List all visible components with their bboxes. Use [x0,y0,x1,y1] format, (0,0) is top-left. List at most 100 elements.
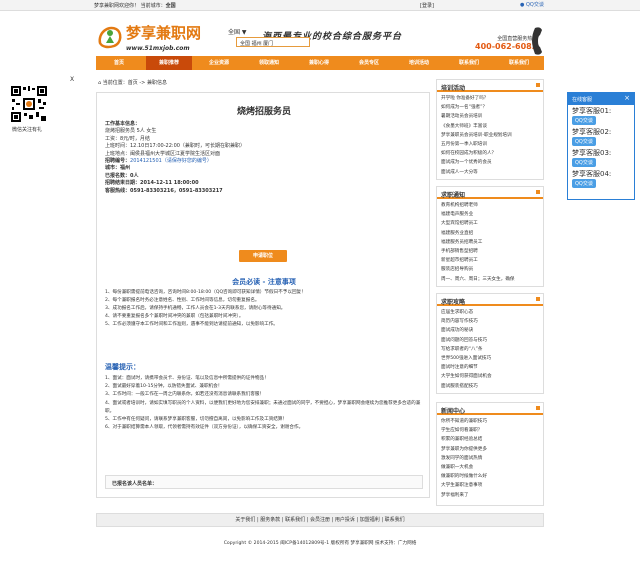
nav-job-recommend[interactable]: 兼职推荐 [146,56,192,70]
footer-links[interactable]: 关于我们 | 服务条款 | 联系我们 | 会员注册 | 用户投诉 | 加盟福利 … [96,513,544,527]
service-name: 梦享客服04: [572,170,612,178]
list-item[interactable]: 面试问题的回答与技巧 [441,336,539,345]
list-item[interactable]: 面试成为一个优秀的会员 [441,158,539,167]
list-item[interactable]: 面试成人一大分等 [441,168,539,177]
list-item[interactable]: 世界500强进入面试技巧 [441,354,539,363]
list-item[interactable]: 教育机构招聘老师 [441,201,539,210]
list-item[interactable]: 《食墨大师班》丰富谈 [441,122,539,131]
tip-item: 6、对于兼职结算需本人领取，代领者需持有效证件（双方身份证），以确保工资安全，谢… [105,425,304,431]
signed-list-label: 已报名该人员名单： [105,475,423,489]
sidebar-title: 求职通知 [437,187,543,199]
city-dropdown[interactable]: 全国 福州 厦门 [236,37,310,47]
current-city[interactable]: 全国 [166,3,176,9]
list-item[interactable]: 大学生兼职注意事项 [441,481,539,490]
nav-contact[interactable]: 联系我们 [446,56,492,70]
more-icon[interactable] [536,406,540,410]
list-item[interactable]: 梦享兼职员会员培训-职业规划培训 [441,131,539,140]
rule-item: 5、工作必须遵守本工作时间和工作准则，遇事不能到达请提前通知，以免影响工作。 [105,322,278,327]
list-item[interactable]: 简历内容写作技巧 [441,317,539,326]
rule-item: 2、每个兼职报名时务必注意姓名、性别、工作时间等信息，切勿重复报名。 [105,298,260,303]
logo-name: 梦享兼职网 [126,24,202,42]
qq-chat-button[interactable]: QQ交谈 [572,116,596,125]
service-item: 梦享客服02: QQ交谈 [568,126,634,147]
qr-caption: 微信关注有礼 [12,127,43,133]
list-item[interactable]: 梦享兼职为你提供更多 [441,445,539,454]
job-hotline: 客服热线：0591-83303216，0591-83303217 [105,187,223,194]
sidebar-job-guide: 求职攻略 应届生求职心态 简历内容写作技巧 面试成功的秘诀 面试问题的回答与技巧… [436,293,544,394]
sidebar-title: 求职攻略 [437,294,543,306]
top-qq-button[interactable]: ● QQ交谈 [520,1,544,8]
nav-company[interactable]: 企业资源 [196,56,242,70]
breadcrumb-text[interactable]: 当前位置：首页 -> 兼职信息 [103,80,167,86]
rules-list: 1、每份兼职需提前电话咨询，咨询时间8:00-18:00（QQ咨询即可获知详情）… [105,289,423,329]
list-item[interactable]: 激发同学的面试热情 [441,454,539,463]
nav-training[interactable]: 培训活动 [396,56,442,70]
list-item[interactable]: 面试时注意的细节 [441,363,539,372]
site-logo[interactable]: 梦享兼职网 www.51mxjob.com [96,21,226,61]
logo-person-icon [98,26,122,49]
nav-member[interactable]: 会员专区 [346,56,392,70]
qq-chat-button[interactable]: QQ交谈 [572,179,596,188]
job-row: 烧烤招服务员 5人 女生 [105,128,157,135]
list-item[interactable]: 梦享福利来了 [441,491,539,500]
nav-experience[interactable]: 兼职心得 [296,56,342,70]
tip-item: 1、面试：面试时，请携带会员卡、身份证、笔以及信息中所需提供的证件物品！ [105,376,269,381]
hotline-label: 全国直营服务热线 [497,36,538,42]
list-item[interactable]: 新星超市招聘员工 [441,256,539,265]
nav-contact-2[interactable]: 联系我们 [496,56,542,70]
list-item[interactable]: 大学生如何获得面试机会 [441,372,539,381]
job-title: 烧烤招服务员 [236,107,291,117]
hotline-block: 全国直营服务热线 400-062-6082 [475,35,537,51]
list-item[interactable]: 积累的兼职经验总结 [441,435,539,444]
apply-button[interactable]: 申请职位 [239,250,287,262]
welcome-text: 梦享兼职网欢迎你！ 当前城市：全国 [94,2,176,9]
list-item[interactable]: 如何成为一名“强者”？ [441,103,539,112]
list-item[interactable]: 周一、周六、周日；三天女生，确保 [441,275,539,284]
list-item[interactable]: 开学啦 你准备好了吗？ [441,94,539,103]
more-icon[interactable] [536,190,540,194]
more-icon[interactable] [536,297,540,301]
top-qq-label: QQ交谈 [525,2,544,8]
list-item[interactable]: 做兼职一大机会 [441,463,539,472]
service-close-button[interactable]: × [624,94,630,102]
list-item[interactable]: 福建电声服务业 [441,210,539,219]
list-item[interactable]: 面试成功的秘诀 [441,326,539,335]
service-name: 梦享客服01: [572,107,612,115]
more-icon[interactable] [536,83,540,87]
service-name: 梦享客服02: [572,128,612,136]
sidebar-job-notice: 求职通知 教育机构招聘老师 福建电声服务业 大型宾馆招聘员工 福建服务业直招 福… [436,186,544,287]
nav-home[interactable]: 首页 [96,56,142,70]
tips-list: 1、面试：面试时，请携带会员卡、身份证、笔以及信息中所需提供的证件物品！ 2、面… [105,375,423,432]
job-place: 上班地点：闽侯县福州大学城区江夏学院生活区对面 [105,150,221,157]
list-item[interactable]: 应届生求职心态 [441,308,539,317]
list-item[interactable]: 你所不知道的兼职技巧 [441,417,539,426]
list-item[interactable]: 写给求职者的“八”条 [441,345,539,354]
list-item[interactable]: 福建服务业直招 [441,229,539,238]
login-link[interactable]: [登录] [420,2,434,9]
list-item[interactable]: 学生应如何看兼职？ [441,426,539,435]
tip-item: 4、面试或者培训时，请如实填写职员的个人资料，以便我们更好地为您安排兼职；未通过… [105,400,421,414]
list-item[interactable]: 做兼职的时候做什么好 [441,472,539,481]
list-item[interactable]: 大型宾馆招聘员工 [441,219,539,228]
apply-number-label: 招聘编号： [105,158,131,165]
list-item[interactable]: 手机部销售型招聘 [441,247,539,256]
qq-chat-button[interactable]: QQ交谈 [572,158,596,167]
qr-close-button[interactable]: X [70,76,74,83]
list-item[interactable]: 福建服务员招聘员工 [441,238,539,247]
list-item[interactable]: 服装店招导购员 [441,265,539,274]
tip-item: 5、工作中有任何疑问，请联系梦享兼职客服，切勿擅自离岗，以免影响工作及工资结算！ [105,417,288,423]
list-item[interactable]: 面试服装搭配技巧 [441,382,539,391]
sidebar-news: 新闻中心 你所不知道的兼职技巧 学生应如何看兼职？ 积累的兼职经验总结 梦享兼职… [436,402,544,506]
sidebar-title-text: 新闻中心 [441,408,466,415]
qq-chat-button[interactable]: QQ交谈 [572,137,596,146]
sidebar-title-text: 求职攻略 [441,299,466,306]
breadcrumb: ⌂ 当前位置：首页 -> 兼职信息 [98,79,167,86]
nav-notice[interactable]: 领取通知 [246,56,292,70]
tips-title: 温馨提示： [105,363,140,371]
service-item: 梦享客服04: QQ交谈 [568,168,634,189]
header: 梦享兼职网 www.51mxjob.com 全国 ▼ 海西最专业的校合综合服务平… [0,11,640,56]
list-item[interactable]: 五月份第一季入职培训 [441,140,539,149]
list-item[interactable]: 如何在校园成为积极的人？ [441,149,539,158]
main-nav: 首页 兼职推荐 企业资源 领取通知 兼职心得 会员专区 培训活动 联系我们 联系… [96,56,544,70]
list-item[interactable]: 暑期活动员会员培训 [441,112,539,121]
